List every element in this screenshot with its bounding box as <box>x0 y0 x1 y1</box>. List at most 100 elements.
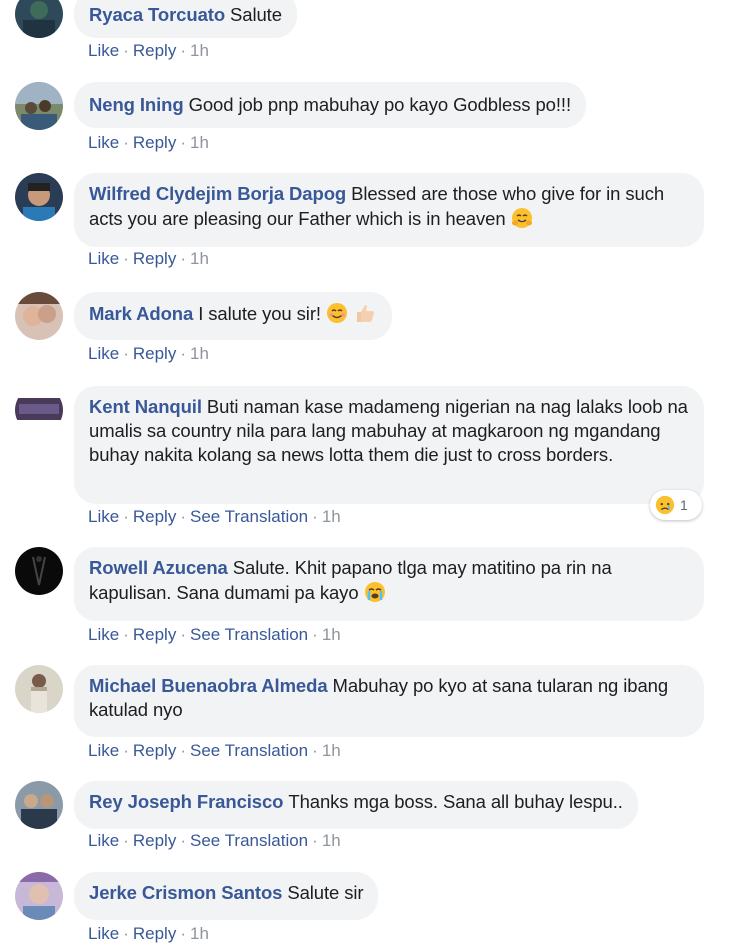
separator: · <box>180 344 186 363</box>
separator: · <box>180 507 186 526</box>
comment-author[interactable]: Wilfred Clydejim Borja Dapog <box>89 183 346 204</box>
separator: · <box>123 741 129 760</box>
comment-actions: Like · Reply · 1h <box>88 133 209 153</box>
separator: · <box>123 625 129 644</box>
avatar[interactable] <box>15 872 63 920</box>
comment-author[interactable]: Mark Adona <box>89 303 193 324</box>
comment-actions: Like · Reply · 1h <box>88 924 209 944</box>
comment-actions: Like · Reply · 1h <box>88 344 209 364</box>
crying-face-icon <box>363 580 387 604</box>
timestamp[interactable]: 1h <box>190 344 209 363</box>
reply-link[interactable]: Reply <box>133 133 176 152</box>
separator: · <box>180 249 186 268</box>
comment-author[interactable]: Michael Buenaobra Almeda <box>89 675 328 696</box>
reply-link[interactable]: Reply <box>133 507 176 526</box>
reply-link[interactable]: Reply <box>133 741 176 760</box>
comment-author[interactable]: Neng Ining <box>89 94 184 115</box>
comment-text: Salute <box>230 4 282 25</box>
timestamp[interactable]: 1h <box>190 924 209 943</box>
like-link[interactable]: Like <box>88 344 119 363</box>
separator: · <box>123 133 129 152</box>
reaction-count[interactable]: 1 <box>650 490 702 520</box>
separator: · <box>312 507 318 526</box>
avatar[interactable] <box>15 665 63 713</box>
separator: · <box>123 924 129 943</box>
comment-actions: Like · Reply · See Translation · 1h <box>88 625 341 645</box>
separator: · <box>123 507 129 526</box>
comment-actions: Like · Reply · See Translation · 1h <box>88 507 341 527</box>
comment-bubble: Wilfred Clydejim Borja Dapog Blessed are … <box>74 173 704 247</box>
separator: · <box>312 741 318 760</box>
timestamp[interactable]: 1h <box>190 41 209 60</box>
hugging-face-icon <box>510 206 534 230</box>
like-link[interactable]: Like <box>88 133 119 152</box>
see-translation-link[interactable]: See Translation <box>190 625 308 644</box>
timestamp[interactable]: 1h <box>190 249 209 268</box>
timestamp[interactable]: 1h <box>322 625 341 644</box>
see-translation-link[interactable]: See Translation <box>190 741 308 760</box>
avatar[interactable] <box>15 82 63 130</box>
thumbs-up-icon <box>353 301 377 325</box>
like-link[interactable]: Like <box>88 625 119 644</box>
comment-text: Salute sir <box>287 882 364 903</box>
separator: · <box>180 924 186 943</box>
separator: · <box>180 741 186 760</box>
comment-bubble: Rey Joseph Francisco Thanks mga boss. San… <box>74 781 638 829</box>
comment-actions: Like · Reply · See Translation · 1h <box>88 831 341 851</box>
comment-author[interactable]: Rowell Azucena <box>89 557 228 578</box>
comment-bubble: Neng Ining Good job pnp mabuhay po kayo G… <box>74 82 586 128</box>
timestamp[interactable]: 1h <box>190 133 209 152</box>
separator: · <box>123 249 129 268</box>
like-link[interactable]: Like <box>88 249 119 268</box>
avatar[interactable] <box>15 386 63 434</box>
separator: · <box>312 831 318 850</box>
avatar[interactable] <box>15 0 63 38</box>
comment-bubble: Michael Buenaobra Almeda Mabuhay po kyo a… <box>74 665 704 737</box>
see-translation-link[interactable]: See Translation <box>190 507 308 526</box>
separator: · <box>180 831 186 850</box>
smiling-face-icon <box>325 301 349 325</box>
like-link[interactable]: Like <box>88 831 119 850</box>
avatar[interactable] <box>15 547 63 595</box>
avatar[interactable] <box>15 781 63 829</box>
comment-actions: Like · Reply · 1h <box>88 249 209 269</box>
comment-bubble: Jerke Crismon Santos Salute sir <box>74 872 379 920</box>
comment-author[interactable]: Kent Nanquil <box>89 396 202 417</box>
comment-bubble: Rowell Azucena Salute. Khit papano tlga m… <box>74 547 704 621</box>
comment-actions: Like · Reply · 1h <box>88 41 209 61</box>
reply-link[interactable]: Reply <box>133 41 176 60</box>
comment-author[interactable]: Rey Joseph Francisco <box>89 791 283 812</box>
comment-text: Thanks mga boss. Sana all buhay lespu.. <box>288 791 623 812</box>
separator: · <box>180 133 186 152</box>
like-link[interactable]: Like <box>88 741 119 760</box>
reaction-count-value: 1 <box>680 497 688 513</box>
timestamp[interactable]: 1h <box>322 741 341 760</box>
sad-reaction-icon <box>655 495 675 515</box>
comment-actions: Like · Reply · See Translation · 1h <box>88 741 341 761</box>
separator: · <box>180 625 186 644</box>
reply-link[interactable]: Reply <box>133 249 176 268</box>
avatar[interactable] <box>15 292 63 340</box>
comment-bubble: Mark Adona I salute you sir! <box>74 292 392 340</box>
see-translation-link[interactable]: See Translation <box>190 831 308 850</box>
separator: · <box>123 41 129 60</box>
like-link[interactable]: Like <box>88 507 119 526</box>
reply-link[interactable]: Reply <box>133 924 176 943</box>
comment-text: Good job pnp mabuhay po kayo Godbless po… <box>188 94 572 115</box>
separator: · <box>123 831 129 850</box>
comment-author[interactable]: Ryaca Torcuato <box>89 4 225 25</box>
reply-link[interactable]: Reply <box>133 625 176 644</box>
separator: · <box>180 41 186 60</box>
avatar[interactable] <box>15 173 63 221</box>
comment-bubble: Kent Nanquil Buti naman kase madameng nig… <box>74 386 704 504</box>
like-link[interactable]: Like <box>88 924 119 943</box>
comment-text: I salute you sir! <box>198 303 321 324</box>
like-link[interactable]: Like <box>88 41 119 60</box>
timestamp[interactable]: 1h <box>322 507 341 526</box>
separator: · <box>123 344 129 363</box>
reply-link[interactable]: Reply <box>133 831 176 850</box>
reply-link[interactable]: Reply <box>133 344 176 363</box>
comment-author[interactable]: Jerke Crismon Santos <box>89 882 282 903</box>
separator: · <box>312 625 318 644</box>
timestamp[interactable]: 1h <box>322 831 341 850</box>
